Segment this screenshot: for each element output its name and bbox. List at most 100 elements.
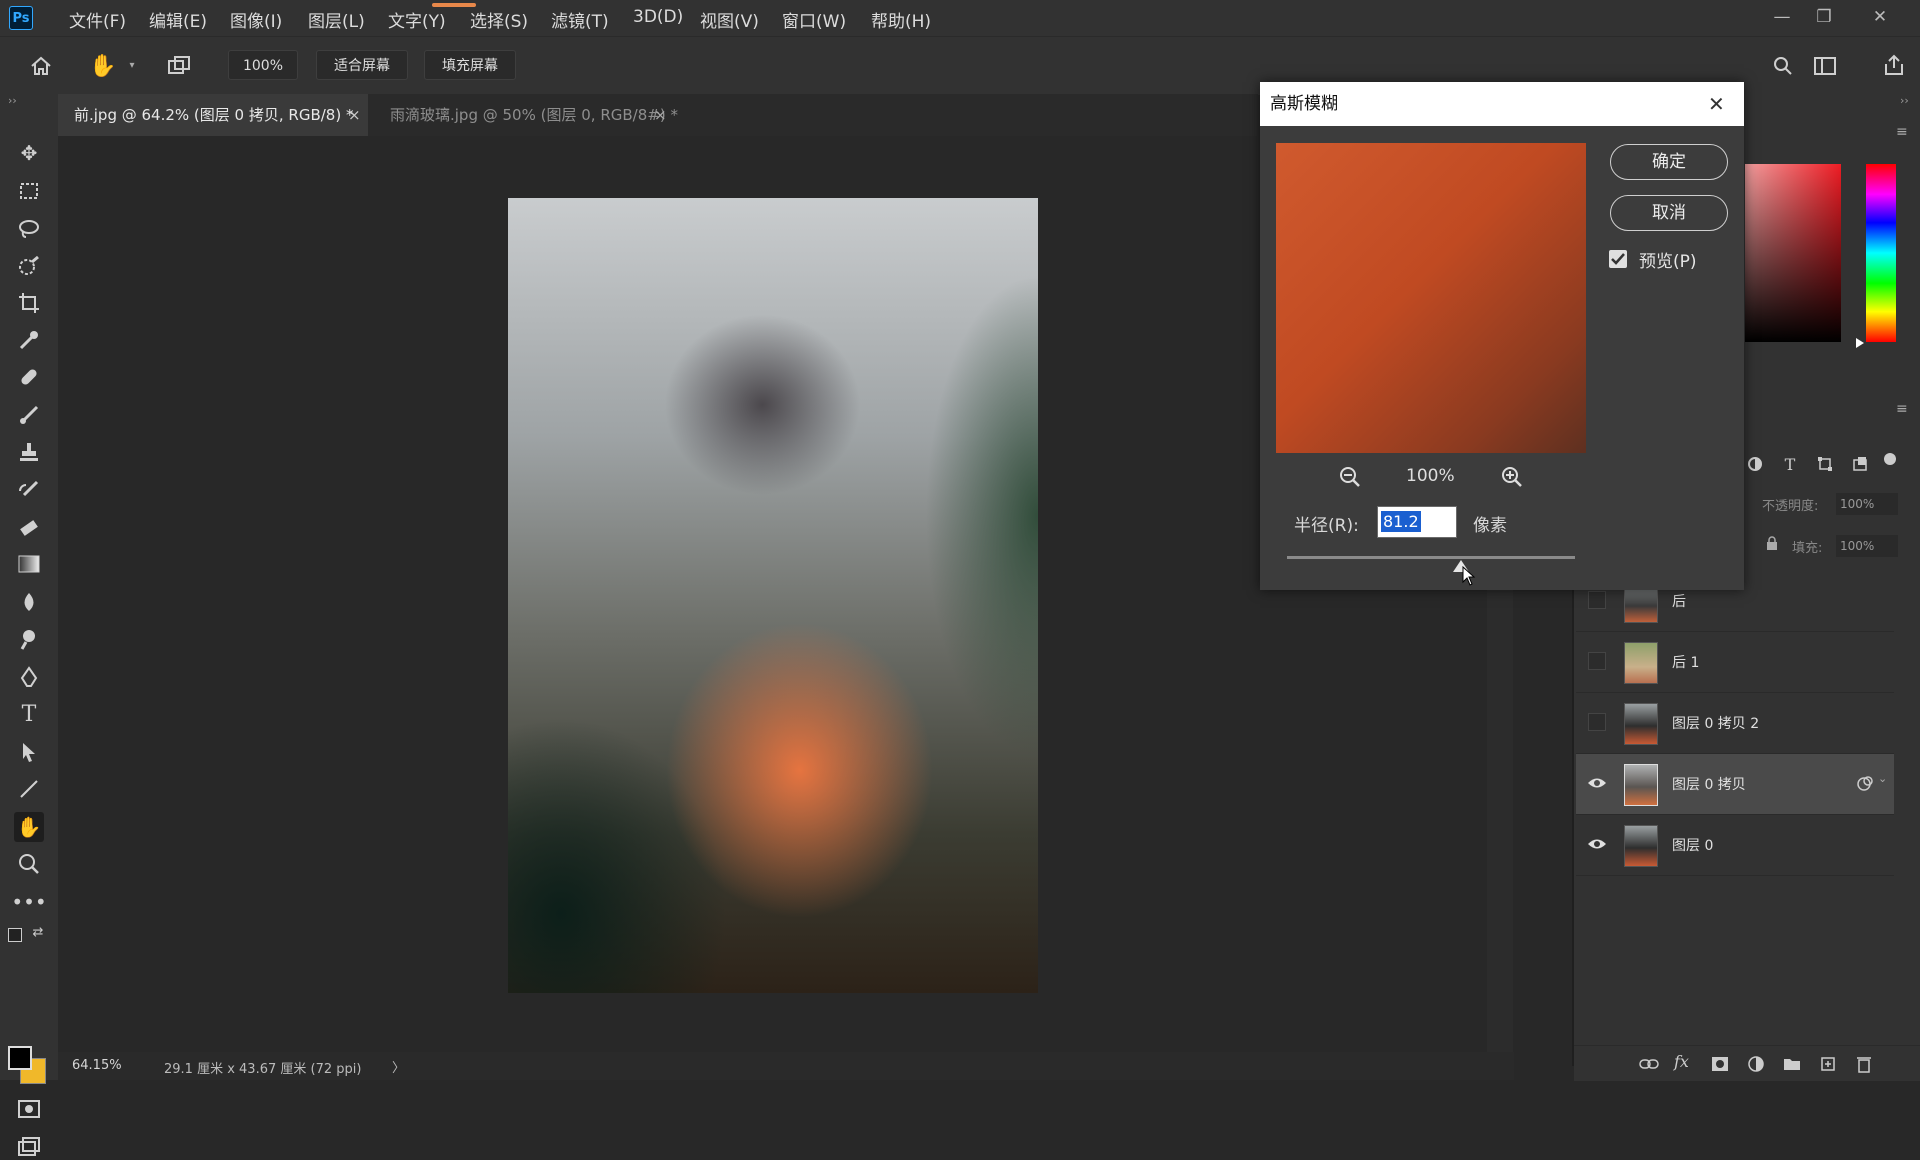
fill-input[interactable]: 100% [1836, 535, 1898, 557]
document-image-blurred[interactable] [508, 198, 1038, 993]
lock-icon[interactable] [1764, 535, 1780, 551]
layers-panel-menu-icon[interactable]: ≡ [1896, 401, 1908, 417]
zoom-out-icon[interactable] [1338, 465, 1362, 489]
new-layer-icon[interactable] [1818, 1054, 1838, 1074]
clone-stamp-tool-icon[interactable] [14, 437, 44, 467]
history-brush-tool-icon[interactable] [14, 475, 44, 505]
eraser-tool-icon[interactable] [14, 512, 44, 542]
blur-tool-icon[interactable] [14, 587, 44, 617]
eye-icon[interactable] [1586, 833, 1608, 855]
layer-thumbnail[interactable] [1624, 703, 1658, 745]
workspace-icon[interactable] [1812, 53, 1838, 79]
filter-smart-object-icon[interactable] [1849, 453, 1871, 475]
menu-type[interactable]: 文字(Y) [388, 7, 446, 32]
dodge-tool-icon[interactable] [14, 624, 44, 654]
close-window-button[interactable]: ✕ [1866, 4, 1894, 30]
menu-layer[interactable]: 图层(L) [308, 7, 365, 32]
tab-close-icon[interactable]: × [348, 94, 361, 136]
color-panel-menu-icon[interactable]: ≡ [1896, 124, 1908, 140]
tab-active-document[interactable]: 前.jpg @ 64.2% (图层 0 拷贝, RGB/8) * × [58, 94, 368, 136]
menu-view[interactable]: 视图(V) [700, 7, 759, 32]
status-menu-arrow[interactable]: 〉 [392, 1057, 405, 1076]
menu-3d[interactable]: 3D(D) [633, 7, 683, 27]
ok-button[interactable]: 确定 [1610, 144, 1728, 180]
layer-row-layer-0[interactable]: 图层 0 [1576, 815, 1894, 876]
expand-effects-chevron-icon[interactable]: ⌄ [1878, 772, 1887, 785]
add-mask-icon[interactable] [1710, 1054, 1730, 1074]
scroll-all-windows-icon[interactable] [164, 51, 194, 81]
minimize-button[interactable]: — [1768, 4, 1796, 30]
restore-button[interactable]: ❐ [1810, 4, 1838, 30]
hand-tool-active-icon[interactable]: ✋ [14, 812, 44, 842]
color-picker-field[interactable] [1745, 164, 1841, 342]
filter-toggle-icon[interactable] [1884, 453, 1896, 465]
tab-close-icon[interactable]: × [654, 94, 667, 136]
blur-preview-window[interactable] [1276, 143, 1586, 453]
layer-name[interactable]: 图层 0 拷贝 [1672, 774, 1746, 794]
hand-tool-icon[interactable]: ✋ [88, 51, 118, 81]
filter-adjustment-icon[interactable] [1744, 453, 1766, 475]
type-tool-icon[interactable]: T [14, 699, 44, 729]
hue-slider[interactable] [1866, 164, 1896, 342]
default-colors-icon[interactable] [8, 928, 22, 942]
swap-colors-icon[interactable]: ⇄ [30, 924, 46, 940]
zoom-tool-icon[interactable] [14, 849, 44, 879]
eye-icon[interactable] [1586, 772, 1608, 794]
menu-select[interactable]: 选择(S) [470, 7, 528, 32]
healing-brush-tool-icon[interactable] [14, 362, 44, 392]
search-icon[interactable] [1770, 53, 1796, 79]
fill-screen-button[interactable]: 填充屏幕 [424, 50, 516, 80]
radius-value-selected[interactable]: 81.2 [1381, 511, 1421, 532]
layer-row-hou-1[interactable]: 后 1 [1576, 632, 1894, 693]
zoom-readout[interactable]: 64.15% [72, 1058, 122, 1073]
screen-mode-icon[interactable] [14, 1134, 44, 1160]
expand-panels-icon[interactable]: ›› [1900, 94, 1909, 107]
link-layers-icon[interactable] [1638, 1054, 1660, 1074]
crop-tool-icon[interactable] [14, 288, 44, 318]
quick-mask-icon[interactable] [14, 1096, 44, 1122]
share-icon[interactable] [1880, 51, 1908, 79]
fit-screen-button[interactable]: 适合屏幕 [316, 50, 408, 80]
layer-thumbnail[interactable] [1624, 764, 1658, 806]
quick-selection-tool-icon[interactable] [14, 251, 44, 281]
preview-label[interactable]: 预览(P) [1639, 247, 1697, 272]
folder-icon[interactable] [1782, 1054, 1802, 1074]
menu-window[interactable]: 窗口(W) [782, 7, 846, 32]
brush-tool-icon[interactable] [14, 400, 44, 430]
gradient-tool-icon[interactable] [14, 549, 44, 579]
radius-slider-track[interactable] [1287, 556, 1575, 559]
filter-shape-icon[interactable] [1814, 453, 1836, 475]
opacity-input[interactable]: 100% [1836, 493, 1898, 515]
visibility-toggle-off[interactable] [1588, 713, 1606, 731]
pen-tool-icon[interactable] [14, 662, 44, 692]
menu-filter[interactable]: 滤镜(T) [551, 7, 609, 32]
visibility-toggle-off[interactable] [1588, 652, 1606, 670]
fx-icon[interactable]: fx [1674, 1052, 1689, 1071]
home-icon[interactable] [26, 51, 56, 81]
eyedropper-tool-icon[interactable] [14, 325, 44, 355]
menu-help[interactable]: 帮助(H) [871, 7, 931, 32]
path-selection-tool-icon[interactable] [14, 737, 44, 767]
layer-row-copy-2[interactable]: 图层 0 拷贝 2 [1576, 693, 1894, 754]
layer-name[interactable]: 图层 0 [1672, 835, 1713, 855]
layer-name[interactable]: 后 [1672, 591, 1686, 611]
dialog-close-icon[interactable]: ✕ [1708, 82, 1725, 126]
layer-name[interactable]: 后 1 [1672, 652, 1699, 672]
more-tools-icon[interactable]: ••• [11, 887, 46, 917]
menu-file[interactable]: 文件(F) [69, 7, 126, 32]
adjustment-layer-icon[interactable] [1746, 1054, 1766, 1074]
zoom-in-icon[interactable] [1500, 465, 1524, 489]
trash-icon[interactable] [1854, 1054, 1874, 1074]
foreground-color-swatch[interactable] [8, 1046, 32, 1070]
menu-image[interactable]: 图像(I) [230, 7, 282, 32]
collapse-panel-icon[interactable]: ›› [8, 94, 17, 107]
dialog-title-bar[interactable]: 高斯模糊 ✕ [1260, 82, 1744, 126]
layer-thumbnail[interactable] [1624, 825, 1658, 867]
tool-preset-chevron-icon[interactable]: ▾ [124, 55, 140, 75]
preview-checkbox[interactable] [1609, 250, 1627, 268]
zoom-100-button[interactable]: 100% [228, 50, 298, 80]
layer-row-copy-selected[interactable]: 图层 0 拷贝 ⌄ [1576, 754, 1894, 815]
move-tool-icon[interactable]: ✥ [14, 138, 44, 168]
filter-type-icon[interactable]: T [1779, 453, 1801, 475]
radius-input[interactable]: 81.2 [1377, 506, 1457, 538]
